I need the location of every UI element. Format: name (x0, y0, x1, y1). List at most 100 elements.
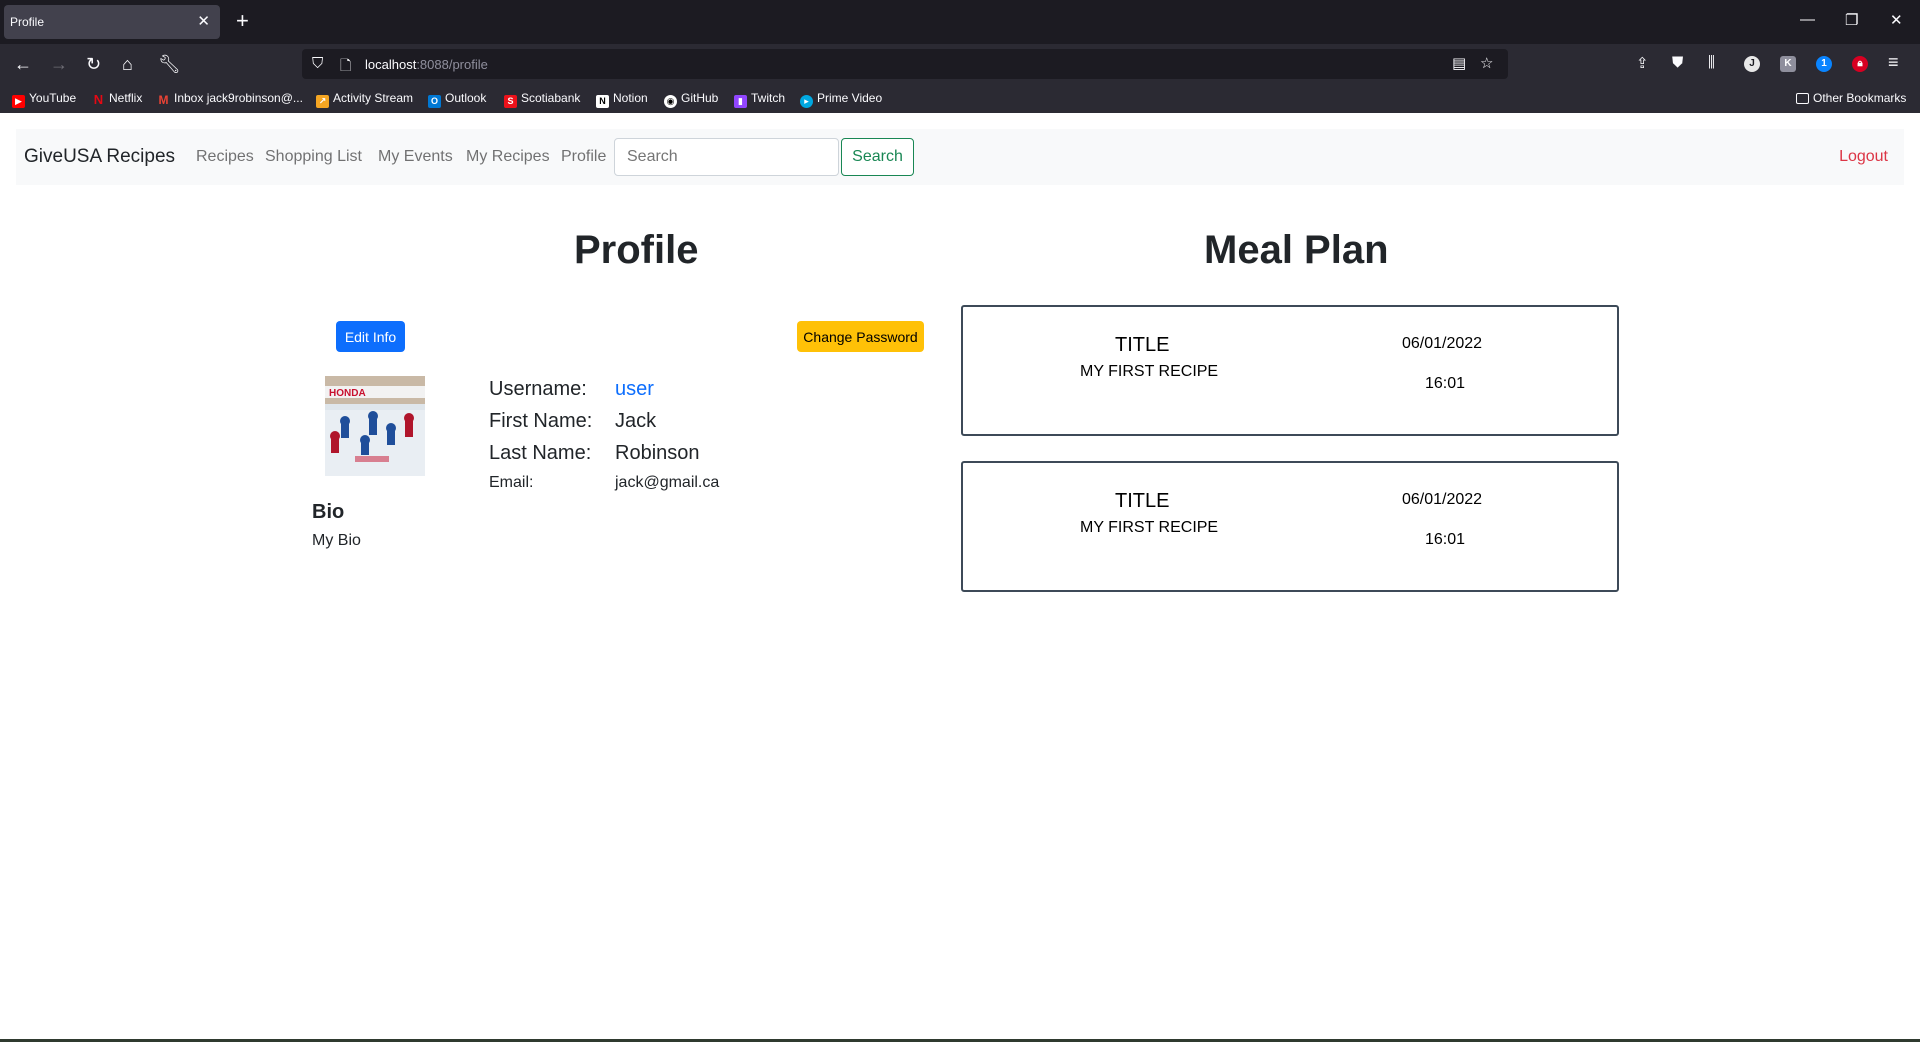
page-info-icon[interactable]: 🗋︎ (340, 55, 351, 79)
username-value[interactable]: user (615, 378, 654, 401)
meal-time: 16:01 (1425, 375, 1466, 392)
new-tab-icon[interactable]: + (236, 9, 249, 33)
meal-date: 06/01/2022 (1402, 335, 1483, 352)
last-name-label: Last Name: (489, 442, 592, 464)
forward-icon[interactable]: → (50, 54, 68, 74)
meal-date: 06/01/2022 (1402, 491, 1483, 508)
meal-plan-heading: Meal Plan (1204, 228, 1389, 272)
restore-icon[interactable]: ❐ (1845, 11, 1858, 29)
reader-view-icon[interactable]: ▤ (1452, 54, 1466, 72)
tab-title: Profile (10, 15, 45, 29)
bookmark-label: Prime Video (817, 91, 883, 105)
twitch-icon: ▮ (734, 95, 747, 108)
tracking-shield-icon[interactable]: ⛉ (312, 55, 323, 72)
search-button[interactable]: Search (841, 138, 914, 176)
bookmark-label: YouTube (29, 91, 77, 105)
youtube-icon: ▶ (12, 95, 25, 108)
folder-icon (1796, 93, 1809, 104)
minimize-icon[interactable]: — (1800, 11, 1815, 28)
last-name-value: Robinson (615, 442, 700, 464)
wrench-icon[interactable]: 🔧︎ (158, 54, 181, 74)
bookmark-label: Twitch (751, 91, 786, 105)
pocket-save-icon[interactable]: ⇪ (1636, 54, 1649, 72)
bookmark-scotiabank[interactable]: S Scotiabank (504, 91, 580, 108)
meal-time: 16:01 (1425, 531, 1466, 548)
reload-icon[interactable]: ↻ (86, 54, 101, 74)
app-navbar: GiveUSA Recipes Recipes Shopping List My… (16, 129, 1904, 185)
email-value: jack@gmail.ca (615, 474, 720, 491)
bookmarks-toolbar: ▶ YouTube N Netflix M Inbox jack9robinson@.… (0, 85, 1920, 113)
bookmark-notion[interactable]: N Notion (596, 91, 648, 108)
bookmark-label: Inbox jack9robinson@... (174, 91, 303, 105)
close-tab-icon[interactable]: ✕ (197, 12, 210, 30)
password-manager-icon[interactable]: 1 (1816, 56, 1832, 72)
url-host: localhost (365, 57, 417, 72)
bookmark-star-icon[interactable]: ☆ (1480, 54, 1493, 72)
meal-plan-card[interactable]: TITLE MY FIRST RECIPE 06/01/2022 16:01 (961, 305, 1619, 436)
close-window-icon[interactable]: ✕ (1890, 11, 1903, 29)
bookmark-label: GitHub (681, 91, 719, 105)
home-icon[interactable]: ⌂ (122, 54, 133, 74)
nav-profile[interactable]: Profile (561, 148, 606, 166)
bookmark-label: Activity Stream (333, 91, 414, 105)
pocket-icon[interactable]: ⛊ (1672, 54, 1683, 71)
bookmark-label: Outlook (445, 91, 487, 105)
notion-icon: N (596, 95, 609, 108)
address-bar[interactable]: ⛉ 🗋︎ localhost:8088/profile ▤ ☆ (302, 49, 1508, 79)
profile-heading: Profile (574, 228, 699, 272)
meal-title-label: TITLE (1115, 490, 1170, 512)
scotiabank-icon: S (504, 95, 517, 108)
bookmark-youtube[interactable]: ▶ YouTube (12, 91, 76, 108)
prime-video-icon: ▸ (800, 95, 813, 108)
bookmark-twitch[interactable]: ▮ Twitch (734, 91, 785, 108)
meal-plan-card[interactable]: TITLE MY FIRST RECIPE 06/01/2022 16:01 (961, 461, 1619, 592)
meal-recipe-name: MY FIRST RECIPE (1080, 363, 1219, 380)
browser-tab-active[interactable]: Profile ✕ (4, 5, 220, 39)
extension-k-icon[interactable]: K (1780, 56, 1796, 72)
svg-text:HONDA: HONDA (329, 388, 366, 399)
logout-link[interactable]: Logout (1839, 148, 1888, 166)
brand-link[interactable]: GiveUSA Recipes (24, 146, 175, 168)
bookmark-activity-stream[interactable]: ↗ Activity Stream (316, 91, 413, 108)
extension-lock-icon[interactable]: 🔒︎ (1852, 56, 1868, 72)
bookmark-label: Netflix (109, 91, 143, 105)
gmail-icon: M (158, 93, 169, 107)
search-input[interactable] (614, 138, 839, 176)
nav-my-events[interactable]: My Events (378, 148, 453, 166)
bookmark-label: Scotiabank (521, 91, 581, 105)
github-icon: ◉ (664, 95, 677, 108)
bookmark-outlook[interactable]: O Outlook (428, 91, 486, 108)
bookmark-label: Notion (613, 91, 648, 105)
url-path: :8088/profile (416, 57, 488, 72)
netflix-icon: N (93, 92, 104, 107)
outlook-icon: O (428, 95, 441, 108)
page-content: GiveUSA Recipes Recipes Shopping List My… (0, 113, 1920, 1040)
username-label: Username: (489, 378, 587, 400)
browser-toolbar: ← → ↻ ⌂ 🔧︎ ⛉ 🗋︎ localhost:8088/profile ▤… (0, 44, 1920, 85)
extension-j-icon[interactable]: J (1744, 56, 1760, 72)
activity-stream-icon: ↗ (316, 95, 329, 108)
menu-icon[interactable]: ≡ (1888, 52, 1899, 73)
bookmark-github[interactable]: ◉ GitHub (664, 91, 718, 108)
other-bookmarks-label: Other Bookmarks (1813, 91, 1907, 105)
change-password-button[interactable]: Change Password (797, 321, 924, 352)
bookmark-netflix[interactable]: N Netflix (92, 91, 143, 107)
bookmark-prime-video[interactable]: ▸ Prime Video (800, 91, 882, 108)
library-icon[interactable]: ⫼ (1708, 54, 1715, 71)
nav-recipes[interactable]: Recipes (196, 148, 254, 166)
first-name-label: First Name: (489, 410, 593, 432)
email-label: Email: (489, 474, 534, 491)
first-name-value: Jack (615, 410, 657, 432)
meal-recipe-name: MY FIRST RECIPE (1080, 519, 1219, 536)
url-text[interactable]: localhost:8088/profile (365, 57, 488, 72)
nav-my-recipes[interactable]: My Recipes (466, 148, 550, 166)
nav-shopping-list[interactable]: Shopping List (265, 148, 362, 166)
other-bookmarks[interactable]: Other Bookmarks (1796, 91, 1906, 105)
profile-picture: HONDA (325, 376, 425, 476)
back-icon[interactable]: ← (14, 54, 32, 74)
browser-tab-strip: Profile ✕ + — ❐ ✕ (0, 0, 1920, 44)
bookmark-gmail[interactable]: M Inbox jack9robinson@... (157, 91, 303, 107)
meal-title-label: TITLE (1115, 334, 1170, 356)
edit-info-button[interactable]: Edit Info (336, 321, 405, 352)
bio-heading: Bio (312, 501, 345, 523)
